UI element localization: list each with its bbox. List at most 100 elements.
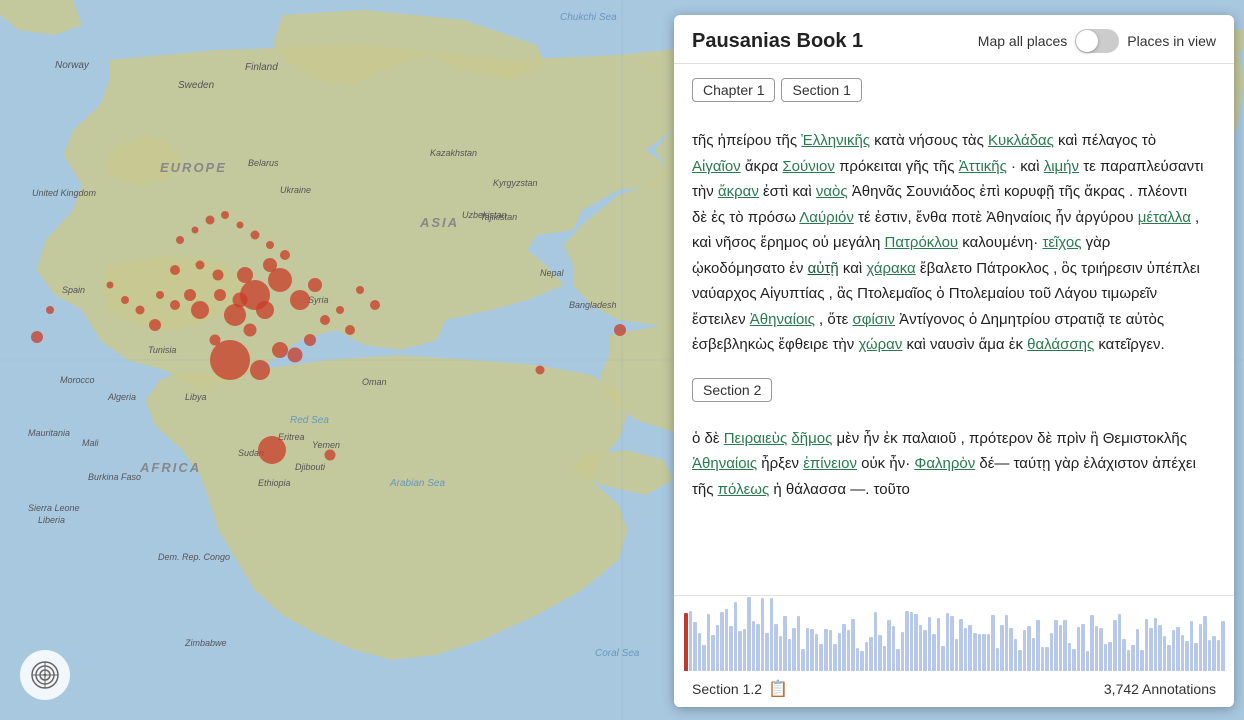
naos-link[interactable]: ναὸς <box>816 183 848 200</box>
chapter-1-tab[interactable]: Chapter 1 <box>692 78 775 102</box>
place-dot[interactable] <box>149 319 161 331</box>
place-dot[interactable] <box>320 315 330 325</box>
histogram-bar <box>1190 621 1194 671</box>
place-dot[interactable] <box>272 342 288 358</box>
place-dot[interactable] <box>256 301 274 319</box>
place-dot[interactable] <box>191 301 209 319</box>
place-dot[interactable] <box>184 289 196 301</box>
akran-link[interactable]: ἄκραν <box>718 183 759 200</box>
histogram-bar <box>1059 625 1063 671</box>
place-dot[interactable] <box>251 231 260 240</box>
place-dot[interactable] <box>176 236 184 244</box>
place-dot[interactable] <box>356 286 364 294</box>
place-dot[interactable] <box>221 211 229 219</box>
histogram-bar <box>1194 643 1198 671</box>
panel-header: Pausanias Book 1 Map all places Places i… <box>674 15 1234 64</box>
section-1-tab[interactable]: Section 1 <box>781 78 861 102</box>
section-label: Section 1.2 📋 <box>692 679 788 699</box>
place-dot[interactable] <box>336 306 344 314</box>
histogram-bar <box>878 635 882 671</box>
patroklou-link[interactable]: Πατρόκλου <box>885 234 959 251</box>
histogram-bar <box>734 602 738 671</box>
histogram-bar <box>725 609 729 671</box>
place-dot[interactable] <box>308 278 322 292</box>
histogram-bar <box>1203 616 1207 671</box>
map-all-places-label: Map all places <box>978 33 1068 49</box>
place-dot[interactable] <box>290 290 310 310</box>
metalla-link[interactable]: μέταλλα <box>1138 209 1191 226</box>
histogram-bar <box>1118 614 1122 671</box>
toggle-switch[interactable] <box>1075 29 1119 53</box>
sounion-link[interactable]: Σούνιον <box>782 158 835 175</box>
place-dot[interactable] <box>237 222 244 229</box>
place-dot[interactable] <box>156 291 164 299</box>
peiraieus-link[interactable]: Πειραιεὺς <box>724 430 788 447</box>
place-dot[interactable] <box>170 300 180 310</box>
phaleron-link[interactable]: Φαληρὸν <box>914 455 975 472</box>
place-dot[interactable] <box>304 334 316 346</box>
place-dot[interactable] <box>196 261 205 270</box>
panel-content[interactable]: Chapter 1 Section 1 τῆς ἠπείρου τῆς Ἑλλη… <box>674 64 1234 595</box>
athenaios2-link[interactable]: Ἀθηναίοις <box>692 455 757 472</box>
histogram-bar <box>1081 624 1085 671</box>
book-icon[interactable]: 📋 <box>768 679 788 699</box>
place-dot[interactable] <box>213 270 224 281</box>
histogram-bar <box>896 649 900 671</box>
histogram-bar <box>901 632 905 671</box>
place-dot[interactable] <box>214 289 226 301</box>
place-dot[interactable] <box>224 304 246 326</box>
limen-link[interactable]: λιμήν <box>1044 158 1079 175</box>
place-dot[interactable] <box>237 267 253 283</box>
histogram-bar <box>955 639 959 671</box>
place-dot[interactable] <box>107 282 114 289</box>
place-dot[interactable] <box>370 300 380 310</box>
place-dot[interactable] <box>266 241 274 249</box>
histogram-bar <box>1018 650 1022 671</box>
charaka-link[interactable]: χάρακα <box>866 260 915 277</box>
place-dot[interactable] <box>206 216 215 225</box>
teichos-link[interactable]: τεῖχος <box>1042 234 1081 251</box>
place-dot[interactable] <box>46 306 54 314</box>
place-dot[interactable] <box>136 306 145 315</box>
place-dot[interactable] <box>170 265 180 275</box>
histogram-bar <box>1023 630 1027 671</box>
poleos-link[interactable]: πόλεως <box>718 481 770 498</box>
histogram-bar <box>819 644 823 671</box>
laurion-link[interactable]: Λαύριόν <box>799 209 854 226</box>
place-dot[interactable] <box>536 366 545 375</box>
place-dot[interactable] <box>280 250 290 260</box>
place-dot[interactable] <box>210 340 250 380</box>
kykladas-link[interactable]: Κυκλάδας <box>988 132 1054 149</box>
section-2-tab[interactable]: Section 2 <box>692 378 772 402</box>
place-dot[interactable] <box>250 360 270 380</box>
histogram-bar <box>788 639 792 671</box>
aute-link[interactable]: αὐτῇ <box>808 260 839 277</box>
place-dot[interactable] <box>244 324 257 337</box>
histogram-bar <box>887 620 891 671</box>
attikes-link[interactable]: Ἀττικῆς <box>959 158 1007 175</box>
choran-link[interactable]: χώραν <box>858 336 902 353</box>
histogram-bar <box>716 625 720 672</box>
place-dot[interactable] <box>31 331 43 343</box>
place-dot[interactable] <box>258 436 286 464</box>
place-dot[interactable] <box>288 348 303 363</box>
thalasses-link[interactable]: θαλάσσης <box>1027 336 1094 353</box>
sfisin-link[interactable]: σφίσιν <box>852 311 894 328</box>
histogram-bar <box>756 624 760 671</box>
histogram-bar <box>684 613 688 671</box>
place-dot[interactable] <box>345 325 355 335</box>
logo[interactable] <box>20 650 70 700</box>
hellenikes-link[interactable]: Ἑλληνικῆς <box>801 132 870 149</box>
histogram-bar <box>729 626 733 671</box>
aigaion-link[interactable]: Αἰγαῖον <box>692 158 741 175</box>
demos-link[interactable]: δῆμος <box>791 430 832 447</box>
place-dot[interactable] <box>325 450 336 461</box>
place-dot[interactable] <box>121 296 129 304</box>
histogram-bar <box>738 631 742 671</box>
place-dot[interactable] <box>614 324 626 336</box>
place-dot[interactable] <box>263 258 277 272</box>
athenaios-link[interactable]: Ἀθηναίοις <box>750 311 815 328</box>
histogram-bar <box>1050 633 1054 671</box>
epineion-link[interactable]: ἐπίνειον <box>803 455 857 472</box>
place-dot[interactable] <box>192 227 199 234</box>
